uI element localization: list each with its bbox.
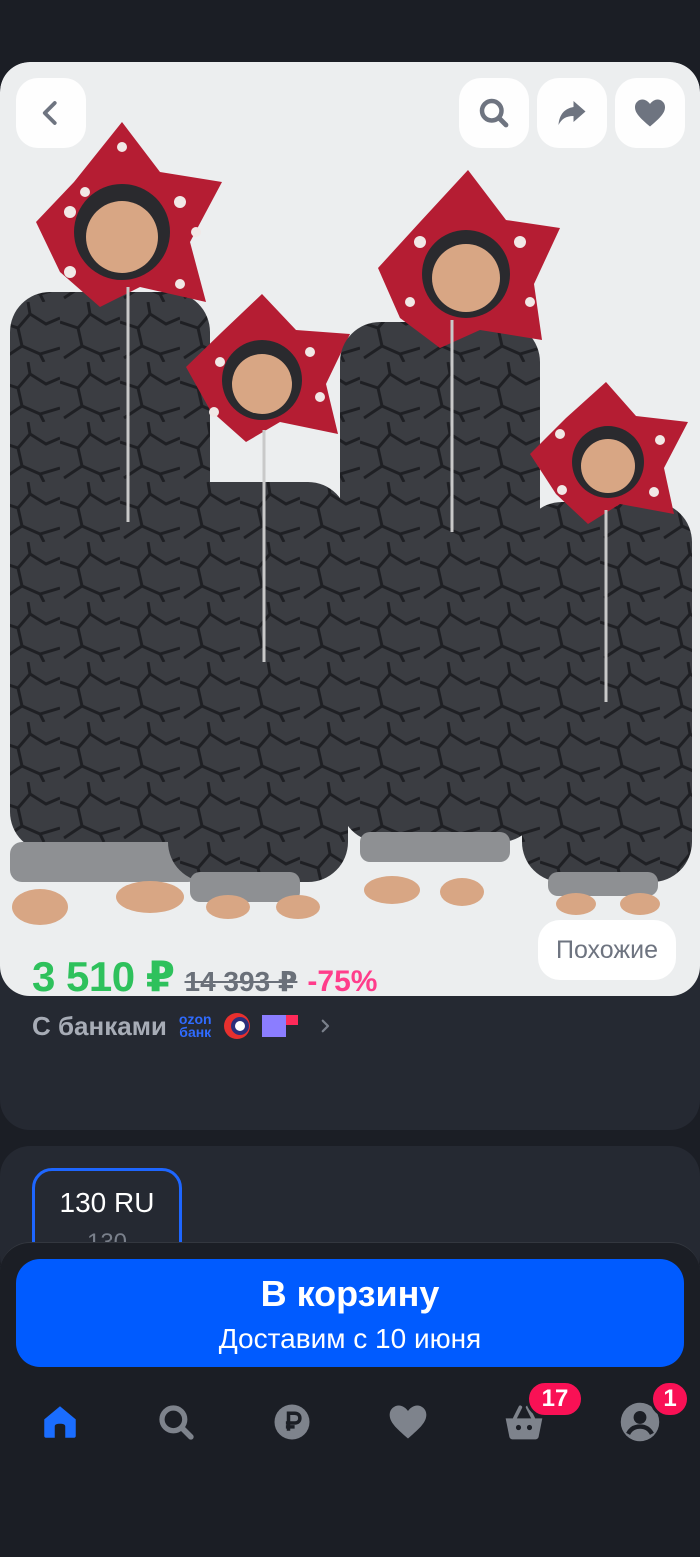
- current-price: 3 510 ₽: [32, 953, 175, 1000]
- share-icon: [558, 101, 586, 125]
- bank-offers-row[interactable]: С банками ozon банк: [32, 1006, 334, 1046]
- banks-label: С банками: [32, 1010, 167, 1041]
- search-icon: [479, 98, 509, 128]
- ruble-icon: [274, 1404, 310, 1440]
- bank-logo-purple-icon: [261, 1015, 298, 1037]
- bottom-nav: 17 1: [0, 1380, 700, 1470]
- discount-badge: -75%: [307, 965, 378, 998]
- cart-count-badge: 17: [526, 1380, 584, 1418]
- bank-logo-red-icon: [223, 1013, 250, 1039]
- product-photo[interactable]: Похожие: [0, 62, 700, 996]
- search-icon: [159, 1405, 194, 1440]
- similar-button[interactable]: Похожие: [537, 920, 676, 980]
- heart-icon: [635, 99, 665, 127]
- search-button[interactable]: [459, 78, 529, 148]
- chevron-left-icon: [42, 101, 57, 125]
- nav-favorites[interactable]: [384, 1398, 432, 1446]
- favorite-button[interactable]: [615, 78, 685, 148]
- nav-search[interactable]: [152, 1398, 200, 1446]
- price-row: 3 510 ₽ 14 393 ₽ -75%: [32, 952, 377, 1001]
- ozon-bank-logo: ozon банк: [178, 1011, 212, 1040]
- delivery-date: Доставим с 10 июня: [218, 1323, 482, 1354]
- add-to-cart-button[interactable]: В корзину Доставим с 10 июня: [16, 1259, 684, 1367]
- home-icon: [44, 1406, 76, 1438]
- nav-home[interactable]: [36, 1398, 84, 1446]
- back-button[interactable]: [16, 78, 86, 148]
- add-to-cart-label: В корзину: [260, 1273, 440, 1314]
- size-label: 130 RU: [59, 1187, 155, 1218]
- old-price: 14 393 ₽: [184, 966, 298, 997]
- profile-notification-badge: 1: [650, 1380, 690, 1418]
- nav-finance[interactable]: [268, 1398, 316, 1446]
- share-button[interactable]: [537, 78, 607, 148]
- chevron-right-icon: [321, 1019, 329, 1033]
- product-image: [10, 122, 692, 925]
- heart-icon: [389, 1405, 427, 1439]
